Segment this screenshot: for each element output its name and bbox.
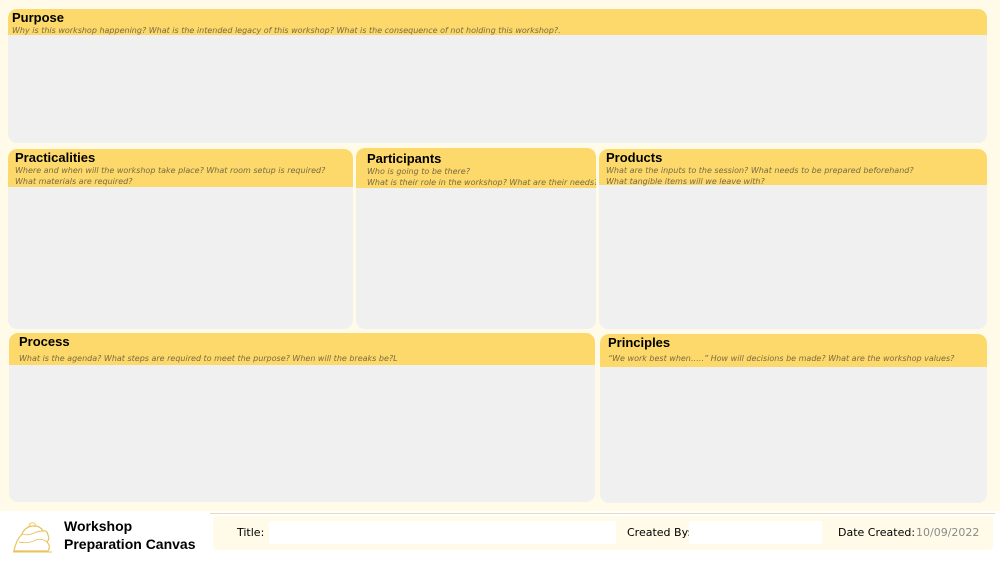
purpose-notes-area[interactable] <box>8 35 987 143</box>
products-title: Products <box>606 150 663 165</box>
participants-title: Participants <box>367 151 442 166</box>
products-prompt-line: What are the inputs to the session? What… <box>606 166 914 175</box>
date-created-label: Date Created: <box>838 526 916 539</box>
footer-divider <box>210 513 995 514</box>
purpose-title: Purpose <box>12 10 65 25</box>
products-header: Products What are the inputs to the sess… <box>599 149 987 186</box>
title-label: Title: <box>237 526 265 539</box>
practicalities-notes-area[interactable] <box>8 187 353 329</box>
process-header: Process What is the agenda? What steps a… <box>9 333 595 365</box>
participants-prompt-line: What is their role in the workshop? What… <box>367 178 596 187</box>
principles-panel: Principles “We work best when…..” How wi… <box>600 334 987 503</box>
practicalities-prompt-line: Where and when will the workshop take pl… <box>15 166 326 175</box>
principles-title: Principles <box>608 335 671 350</box>
process-title: Process <box>19 334 70 349</box>
principles-header: Principles “We work best when…..” How wi… <box>600 334 987 367</box>
canvas-name: Workshop Preparation Canvas <box>64 517 196 553</box>
canvas-name-line: Preparation Canvas <box>64 536 196 552</box>
practicalities-prompt-line: What materials are required? <box>15 177 133 186</box>
process-panel: Process What is the agenda? What steps a… <box>9 333 595 502</box>
participants-panel: Participants Who is going to be there? W… <box>356 148 596 329</box>
participants-prompt-line: Who is going to be there? <box>367 167 470 176</box>
practicalities-header: Practicalities Where and when will the w… <box>8 149 353 187</box>
title-input[interactable] <box>269 521 616 544</box>
principles-notes-area[interactable] <box>600 367 987 503</box>
practicalities-panel: Practicalities Where and when will the w… <box>8 149 353 329</box>
canvas-name-line: Workshop <box>64 518 133 534</box>
participants-header: Participants Who is going to be there? W… <box>356 148 596 188</box>
created-by-input[interactable] <box>689 521 822 544</box>
participants-notes-area[interactable] <box>356 188 596 329</box>
purpose-header: Purpose Why is this workshop happening? … <box>8 9 987 35</box>
date-created-value[interactable]: 10/09/2022 <box>916 526 979 539</box>
purpose-panel: Purpose Why is this workshop happening? … <box>8 9 987 143</box>
process-notes-area[interactable] <box>9 365 595 502</box>
products-panel: Products What are the inputs to the sess… <box>599 149 987 329</box>
principles-prompt-line: “We work best when…..” How will decision… <box>608 354 955 363</box>
brand-logo-icon <box>10 518 56 556</box>
products-notes-area[interactable] <box>599 185 987 329</box>
practicalities-title: Practicalities <box>15 150 96 165</box>
created-by-label: Created By: <box>627 526 691 539</box>
process-prompt-line: What is the agenda? What steps are requi… <box>19 354 398 363</box>
